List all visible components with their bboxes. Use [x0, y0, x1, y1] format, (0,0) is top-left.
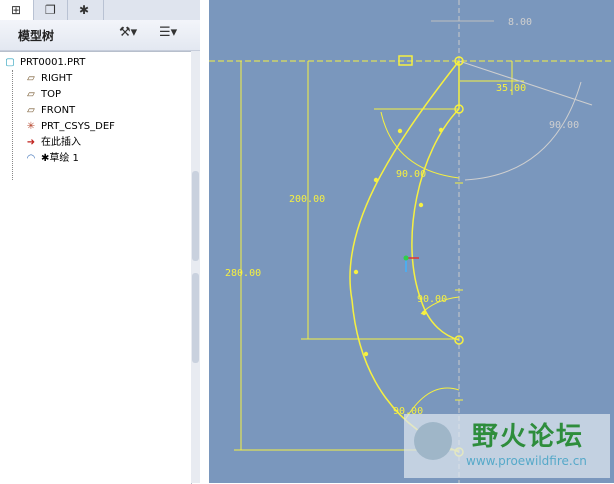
tree-settings-button[interactable]: ⚒▾: [119, 25, 137, 45]
sketch-canvas[interactable]: 8.00 35.00 90.00 90.00 200.00 280.00 90.…: [209, 0, 614, 483]
splitter-grip-upper[interactable]: [192, 171, 199, 261]
tree-item-label: PRT_CSYS_DEF: [41, 121, 115, 132]
dimension-280[interactable]: 280.00: [225, 268, 261, 279]
tree-item-label: ✱草绘 1: [41, 153, 79, 164]
tree-item-front[interactable]: ▱ FRONT: [24, 104, 75, 118]
spline-point[interactable]: [438, 127, 444, 133]
sketch-icon: ◠: [26, 153, 36, 164]
spline-point[interactable]: [353, 269, 359, 275]
tree-item-insert-here[interactable]: ➜ 在此插入: [24, 136, 81, 150]
tree-item-sketch[interactable]: ◠ ✱草绘 1: [24, 152, 79, 166]
datum-plane-icon: ▱: [27, 73, 35, 84]
tree-display-button[interactable]: ☰▾: [159, 25, 177, 45]
dimension-angle-right[interactable]: 90.00: [549, 120, 579, 131]
chevron-down-icon: ▾: [170, 25, 178, 40]
pane-splitter[interactable]: [191, 51, 200, 483]
panel-header: 模型树 ⚒▾ ☰▾: [0, 20, 200, 51]
dimension-200[interactable]: 200.00: [289, 194, 325, 205]
watermark-url: www.proewildfire.cn: [466, 454, 587, 468]
insert-arrow-icon: ➜: [26, 137, 36, 148]
model-tree-pane: ⊞ ❐ ✱ 模型树 ⚒▾ ☰▾ ▢ PRT0001.PRT ▱ RIGHT ▱ TOP…: [0, 0, 200, 484]
angle-leader-right: [458, 60, 593, 106]
tree-icon: ⊞: [11, 3, 22, 17]
watermark-title: 野火论坛: [472, 422, 585, 452]
list-icon: ☰: [159, 25, 171, 40]
angle-arc-right: [464, 81, 582, 181]
flame-logo-icon: [414, 422, 452, 460]
tools-icon: ⚒: [119, 25, 131, 40]
dimension-angle-mid[interactable]: 90.00: [417, 294, 447, 305]
tree-item-csys[interactable]: ✳ PRT_CSYS_DEF: [24, 120, 115, 134]
layers-icon: ❐: [45, 3, 56, 17]
inner-spline[interactable]: [411, 108, 460, 341]
tree-item-right[interactable]: ▱ RIGHT: [24, 72, 72, 86]
part-icon: ▢: [5, 57, 15, 68]
spline-point[interactable]: [418, 202, 424, 208]
chevron-down-icon: ▾: [130, 25, 138, 40]
tree-item-top[interactable]: ▱ TOP: [24, 88, 61, 102]
dimension-35[interactable]: 35.00: [496, 83, 526, 94]
tree-item-label: FRONT: [41, 105, 76, 116]
tab-layers[interactable]: ❐: [34, 0, 68, 20]
tree-item-label: TOP: [41, 89, 62, 100]
graphics-window[interactable]: 8.00 35.00 90.00 90.00 200.00 280.00 90.…: [209, 0, 614, 483]
star-folder-icon: ✱: [79, 3, 90, 17]
watermark: 野火论坛 www.proewildfire.cn: [404, 414, 610, 478]
datum-plane-icon: ▱: [27, 105, 35, 116]
tree-guide-line: [12, 70, 13, 180]
page-title: 模型树: [18, 29, 55, 43]
spline-point[interactable]: [397, 128, 403, 134]
tree-item-label: RIGHT: [41, 73, 73, 84]
csys-icon: ✳: [26, 121, 36, 132]
dimension-top[interactable]: 8.00: [508, 17, 532, 28]
datum-plane-icon: ▱: [27, 89, 35, 100]
navigator-tabs: ⊞ ❐ ✱: [0, 0, 200, 20]
tree-item-part[interactable]: ▢ PRT0001.PRT: [3, 56, 85, 70]
model-tree: ▢ PRT0001.PRT ▱ RIGHT ▱ TOP ▱ FRONT ✳ PRT_CSY…: [0, 51, 192, 484]
spline-point[interactable]: [373, 177, 379, 183]
csys-origin: [403, 255, 409, 261]
splitter-grip-lower[interactable]: [192, 273, 199, 363]
tree-item-label: PRT0001.PRT: [20, 57, 86, 68]
tree-item-label: 在此插入: [41, 137, 81, 148]
tab-model-tree[interactable]: ⊞: [0, 0, 34, 20]
spline-point[interactable]: [363, 351, 369, 357]
tab-favorites[interactable]: ✱: [68, 0, 104, 20]
